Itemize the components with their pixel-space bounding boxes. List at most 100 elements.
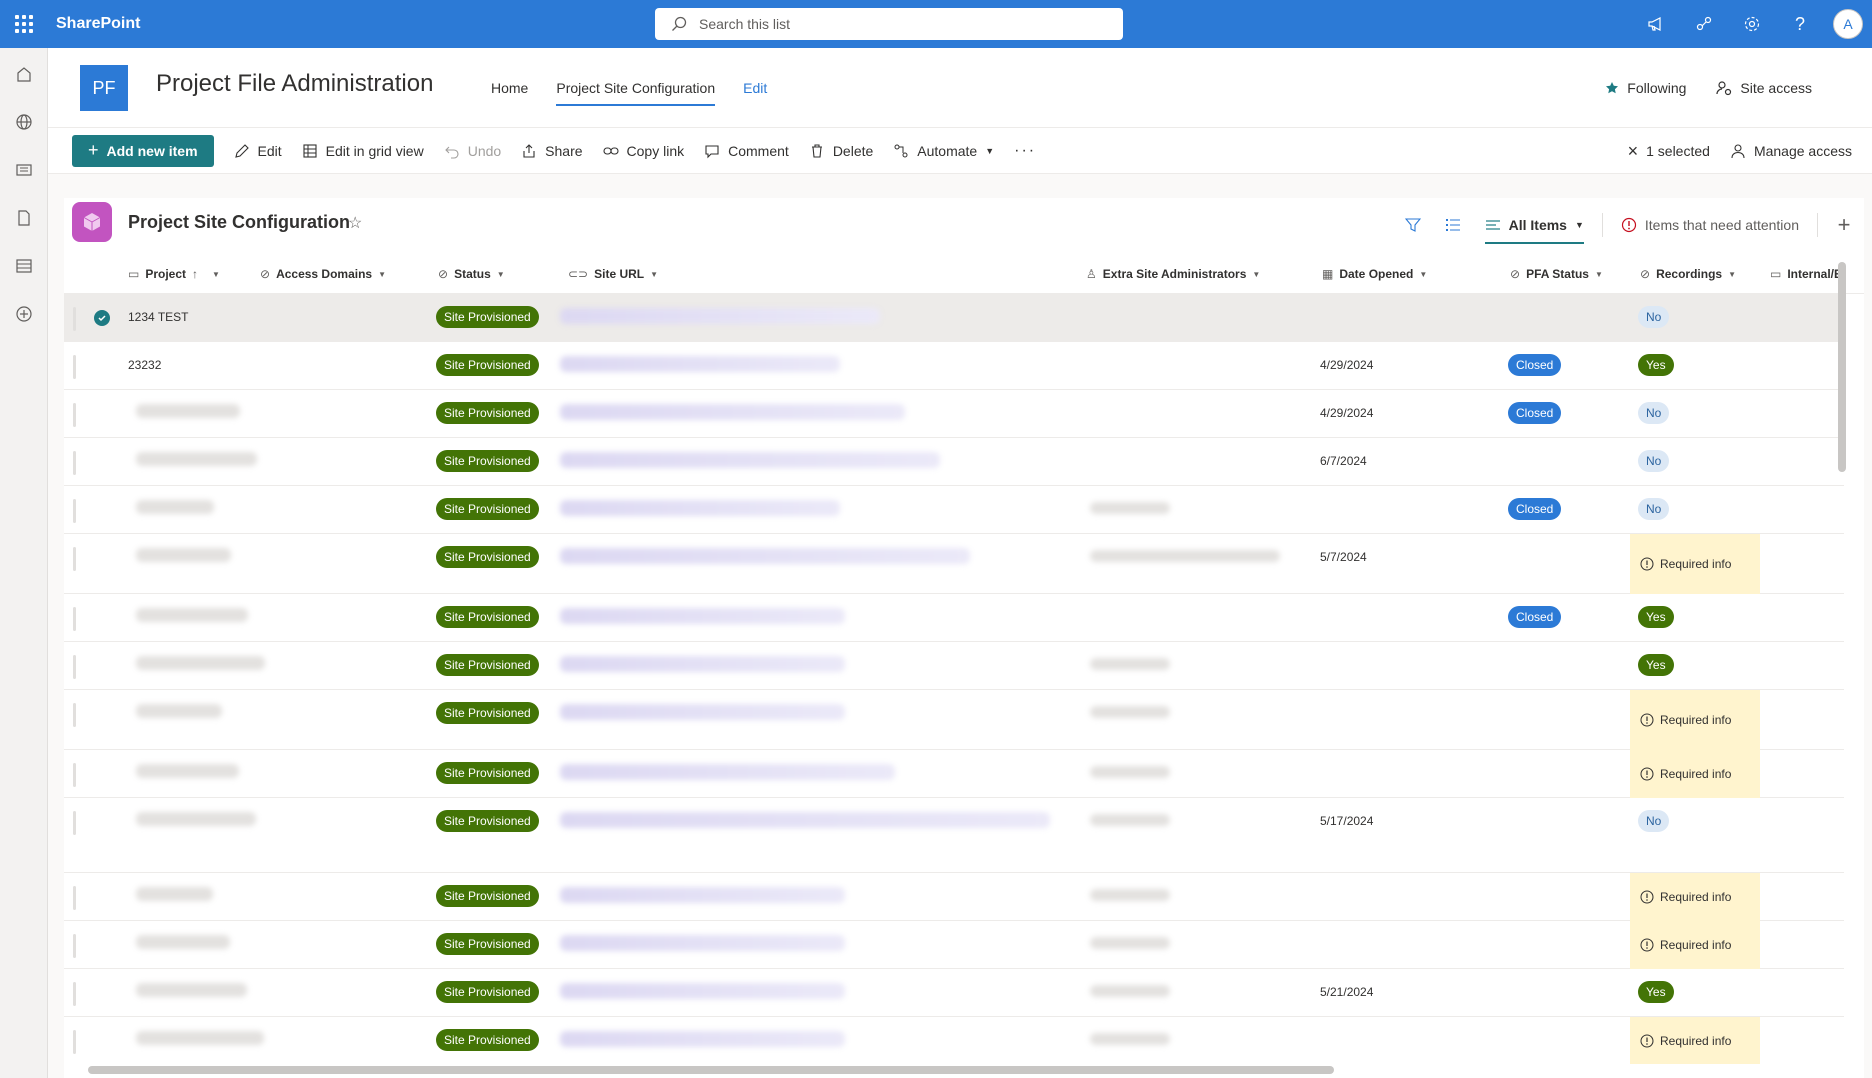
- column-pfa-status[interactable]: ⊘ PFA Status ▼: [1510, 254, 1603, 294]
- required-info-cell[interactable]: Required info: [1630, 750, 1760, 798]
- required-info-cell[interactable]: Required info: [1630, 1017, 1760, 1064]
- favorite-star-icon[interactable]: ☆: [348, 213, 362, 233]
- nav-project-site-configuration[interactable]: Project Site Configuration: [556, 48, 715, 128]
- row-selector[interactable]: [73, 307, 76, 331]
- app-launcher-icon[interactable]: [0, 0, 48, 48]
- site-title[interactable]: Project File Administration: [156, 70, 433, 98]
- row-selector[interactable]: [73, 655, 76, 679]
- column-status[interactable]: ⊘ Status ▼: [438, 254, 505, 294]
- nav-edit[interactable]: Edit: [743, 48, 767, 128]
- redacted-site-url[interactable]: [560, 308, 880, 324]
- table-row[interactable]: Site Provisioned Required info: [64, 873, 1844, 921]
- row-selector[interactable]: [73, 1030, 76, 1054]
- megaphone-icon[interactable]: [1632, 0, 1680, 48]
- account-button[interactable]: A: [1824, 0, 1872, 48]
- share-network-icon[interactable]: [1680, 0, 1728, 48]
- vertical-scrollbar[interactable]: [1838, 262, 1846, 472]
- required-info-cell[interactable]: Required info: [1630, 690, 1760, 750]
- redacted-site-url[interactable]: [560, 500, 840, 516]
- edit-button[interactable]: Edit: [234, 143, 282, 159]
- delete-button[interactable]: Delete: [809, 143, 873, 159]
- tab-all-items[interactable]: All Items ▼: [1473, 206, 1596, 244]
- row-selector[interactable]: [73, 451, 76, 475]
- following-button[interactable]: Following: [1605, 80, 1686, 96]
- automate-button[interactable]: Automate ▼: [893, 143, 994, 159]
- row-selector[interactable]: [73, 355, 76, 379]
- clear-selection-button[interactable]: × 1 selected: [1628, 141, 1710, 162]
- redacted-site-url[interactable]: [560, 656, 845, 672]
- table-row[interactable]: Site Provisioned Required info: [64, 690, 1844, 750]
- site-access-button[interactable]: Site access: [1716, 80, 1812, 96]
- table-row[interactable]: 1234 TEST Site Provisioned No: [64, 294, 1844, 342]
- table-row[interactable]: Site Provisioned 5/7/2024 Required info: [64, 534, 1844, 594]
- column-access-domains[interactable]: ⊘ Access Domains ▼: [260, 254, 386, 294]
- row-selector[interactable]: [73, 811, 76, 835]
- list-title[interactable]: Project Site Configuration: [128, 212, 350, 233]
- nav-home[interactable]: Home: [491, 48, 528, 128]
- tab-items-need-attention[interactable]: Items that need attention: [1609, 206, 1811, 244]
- required-info-cell[interactable]: Required info: [1630, 921, 1760, 969]
- column-site-url[interactable]: ⊂⊃ Site URL ▼: [568, 254, 658, 294]
- row-selector[interactable]: [73, 703, 76, 727]
- manage-access-button[interactable]: Manage access: [1730, 143, 1852, 159]
- table-row[interactable]: Site Provisioned 6/7/2024 No: [64, 438, 1844, 486]
- redacted-site-url[interactable]: [560, 812, 1050, 828]
- row-selector[interactable]: [73, 934, 76, 958]
- required-info-cell[interactable]: Required info: [1630, 873, 1760, 921]
- row-selector[interactable]: [73, 763, 76, 787]
- table-row[interactable]: Site Provisioned Closed No: [64, 486, 1844, 534]
- comment-button[interactable]: Comment: [704, 143, 789, 159]
- redacted-site-url[interactable]: [560, 608, 845, 624]
- edit-grid-view-button[interactable]: Edit in grid view: [302, 143, 424, 159]
- copy-link-button[interactable]: Copy link: [602, 143, 684, 159]
- row-selector[interactable]: [73, 403, 76, 427]
- table-row[interactable]: Site Provisioned Required info: [64, 1017, 1844, 1064]
- column-recordings[interactable]: ⊘ Recordings ▼: [1640, 254, 1736, 294]
- globe-icon[interactable]: [0, 98, 48, 146]
- brand-label[interactable]: SharePoint: [56, 15, 140, 33]
- help-icon[interactable]: ?: [1776, 0, 1824, 48]
- redacted-site-url[interactable]: [560, 983, 845, 999]
- column-internal-external[interactable]: ▭ Internal/E: [1770, 254, 1842, 294]
- table-row[interactable]: Site Provisioned Required info: [64, 921, 1844, 969]
- horizontal-scrollbar[interactable]: [88, 1066, 1334, 1074]
- project-cell[interactable]: 1234 TEST: [128, 310, 188, 324]
- column-extra-site-administrators[interactable]: ♙ Extra Site Administrators ▼: [1086, 254, 1260, 294]
- row-selector[interactable]: [73, 547, 76, 571]
- gear-icon[interactable]: [1728, 0, 1776, 48]
- create-icon[interactable]: [0, 290, 48, 338]
- row-selector[interactable]: [73, 607, 76, 631]
- more-options-icon[interactable]: ···: [1014, 142, 1036, 160]
- table-row[interactable]: Site Provisioned Closed Yes: [64, 594, 1844, 642]
- table-row[interactable]: Site Provisioned 5/17/2024 No: [64, 798, 1844, 873]
- redacted-site-url[interactable]: [560, 356, 840, 372]
- redacted-site-url[interactable]: [560, 1031, 845, 1047]
- checkmark-icon[interactable]: [94, 310, 110, 326]
- table-row[interactable]: Site Provisioned Required info: [64, 750, 1844, 798]
- redacted-site-url[interactable]: [560, 404, 905, 420]
- row-selector[interactable]: [73, 886, 76, 910]
- document-icon[interactable]: [0, 194, 48, 242]
- table-row[interactable]: Site Provisioned Yes: [64, 642, 1844, 690]
- redacted-site-url[interactable]: [560, 704, 845, 720]
- lists-icon[interactable]: [0, 242, 48, 290]
- site-logo[interactable]: PF: [80, 65, 128, 111]
- row-selector[interactable]: [73, 982, 76, 1006]
- undo-button[interactable]: Undo: [444, 143, 501, 159]
- redacted-site-url[interactable]: [560, 452, 940, 468]
- redacted-site-url[interactable]: [560, 764, 895, 780]
- redacted-site-url[interactable]: [560, 935, 845, 951]
- home-icon[interactable]: [0, 50, 48, 98]
- redacted-site-url[interactable]: [560, 887, 845, 903]
- share-button[interactable]: Share: [521, 143, 583, 159]
- row-selector[interactable]: [73, 499, 76, 523]
- column-project[interactable]: ▭ Project ↑ ▼: [128, 254, 220, 294]
- add-new-item-button[interactable]: + Add new item: [72, 134, 214, 167]
- table-row[interactable]: Site Provisioned 4/29/2024 Closed No: [64, 390, 1844, 438]
- search-input[interactable]: Search this list: [655, 8, 1123, 40]
- required-info-cell[interactable]: Required info: [1630, 534, 1760, 594]
- table-row[interactable]: 23232 Site Provisioned 4/29/2024 Closed Yes: [64, 342, 1844, 390]
- project-cell[interactable]: 23232: [128, 358, 161, 372]
- filter-icon[interactable]: [1393, 206, 1433, 244]
- redacted-site-url[interactable]: [560, 548, 970, 564]
